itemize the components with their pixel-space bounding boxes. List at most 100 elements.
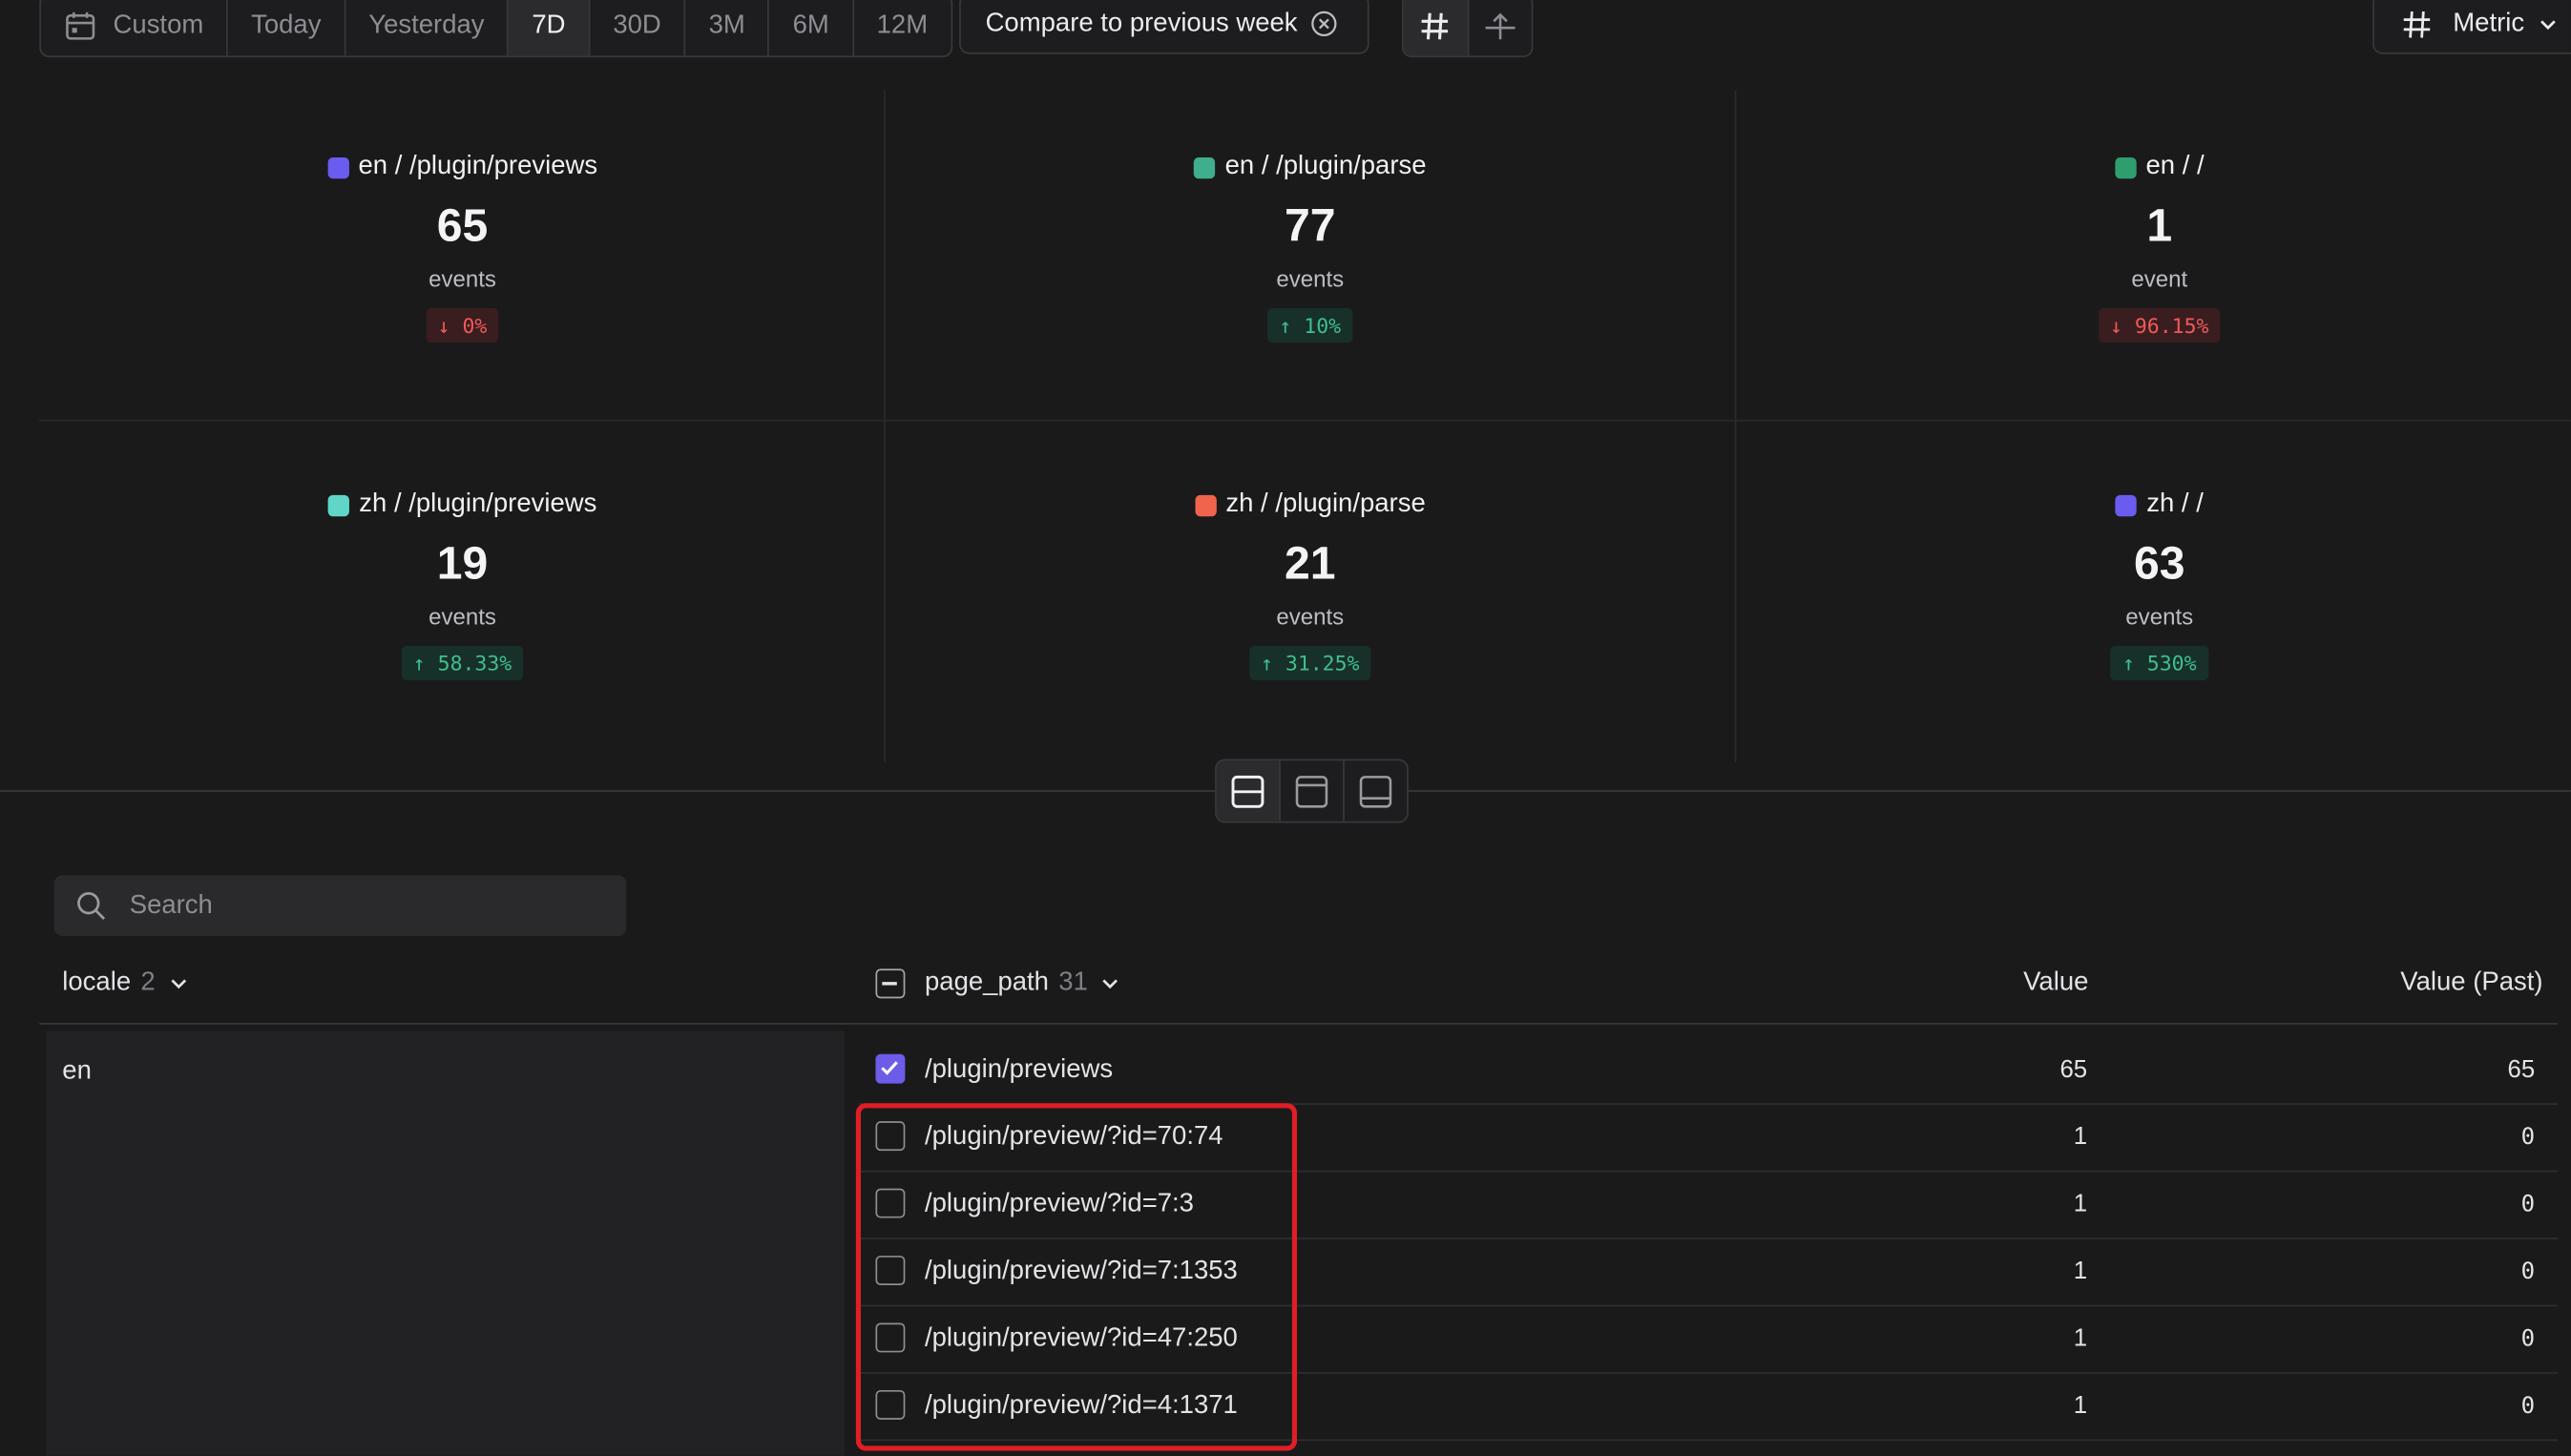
stat-value: 63	[2133, 537, 2185, 589]
row-value: 1	[2073, 1122, 2088, 1152]
stat-label-text: en / /	[2145, 152, 2205, 180]
stat-unit: events	[1276, 603, 1345, 630]
stat-unit: events	[1276, 265, 1345, 292]
stat-card: zh / /plugin/previews 19 events ↑ 58.33%	[39, 489, 886, 681]
stat-delta: ↑ 31.25%	[1249, 645, 1371, 681]
row-past-value: 0	[2520, 1258, 2536, 1285]
top-layout-icon	[1295, 775, 1328, 807]
range-yesterday-button[interactable]: Yesterday	[345, 0, 510, 56]
calendar-icon	[66, 11, 95, 39]
table-row[interactable]: /plugin/previews 65 65	[859, 1038, 2559, 1105]
stat-label: zh / /plugin/previews	[39, 489, 886, 521]
chevron-down-icon	[170, 979, 186, 989]
compare-button[interactable]: Compare to previous week	[959, 0, 1369, 54]
stat-label-text: zh / /plugin/previews	[359, 489, 597, 518]
stat-card: en / /plugin/parse 77 events ↑ 10%	[887, 151, 1733, 343]
search-box[interactable]	[53, 875, 627, 937]
range-30d-button[interactable]: 30D	[590, 0, 686, 56]
locale-cell[interactable]: en	[46, 1030, 845, 1456]
range-3m-button[interactable]: 3M	[686, 0, 770, 56]
display-mode-group	[1401, 0, 1534, 58]
compare-label: Compare to previous week	[985, 9, 1298, 37]
row-path: /plugin/preview/?id=47:250	[925, 1324, 1238, 1353]
stat-label: en / /	[1736, 151, 2571, 183]
series-swatch	[326, 156, 349, 178]
stat-label-text: en / /plugin/previews	[358, 152, 598, 180]
range-12m-button[interactable]: 12M	[854, 0, 951, 55]
value-past-column-header[interactable]: Value (Past)	[2400, 968, 2542, 998]
series-swatch	[1193, 156, 1216, 178]
row-checkbox[interactable]	[875, 1188, 906, 1218]
series-swatch	[2114, 156, 2137, 178]
stat-label: en / /plugin/parse	[887, 151, 1733, 183]
stat-label: en / /plugin/previews	[39, 151, 886, 183]
table-row[interactable]: /plugin/preview/?id=70:74 1 0	[859, 1105, 2559, 1173]
row-past-value: 0	[2520, 1325, 2536, 1353]
hash-icon	[2403, 10, 2431, 37]
select-all-checkbox[interactable]	[875, 968, 906, 999]
stat-label: zh / /	[1736, 489, 2571, 521]
trend-view-button[interactable]	[1469, 0, 1532, 55]
stat-label-text: zh / /plugin/parse	[1225, 489, 1426, 518]
app-root: Custom Today Yesterday 7D 30D 3M 6M 12M …	[0, 0, 2571, 1456]
stat-label: zh / /plugin/parse	[887, 489, 1733, 521]
hash-icon	[1422, 11, 1449, 39]
locale-column-header[interactable]: locale 2	[62, 968, 188, 998]
stat-delta: ↓ 96.15%	[2098, 308, 2221, 343]
range-7d-button[interactable]: 7D	[509, 0, 591, 56]
range-today-button[interactable]: Today	[228, 0, 346, 56]
page-path-count: 31	[1058, 968, 1088, 997]
row-path: /plugin/previews	[925, 1055, 1114, 1084]
page-path-header-label: page_path	[925, 968, 1049, 997]
stat-delta: ↑ 10%	[1267, 308, 1353, 343]
stat-unit: events	[428, 265, 496, 292]
stat-delta: ↑ 530%	[2110, 645, 2208, 681]
stat-value: 77	[1284, 199, 1336, 251]
row-path: /plugin/preview/?id=70:74	[925, 1122, 1223, 1152]
metric-dropdown[interactable]: Metric	[2372, 0, 2571, 54]
row-checkbox[interactable]	[875, 1322, 906, 1353]
row-checkbox[interactable]	[875, 1389, 906, 1420]
arrow-up-line-icon	[1485, 11, 1515, 39]
layout-top-button[interactable]	[1281, 760, 1345, 822]
layout-bottom-button[interactable]	[1345, 760, 1407, 822]
search-icon	[77, 891, 106, 920]
row-value: 65	[2059, 1055, 2088, 1084]
stat-unit: event	[2131, 265, 2188, 292]
minus-icon	[882, 982, 897, 985]
stat-value: 1	[2146, 199, 2173, 251]
metric-label: Metric	[2453, 9, 2525, 37]
row-value: 1	[2073, 1324, 2088, 1353]
row-path: /plugin/preview/?id=4:1371	[925, 1391, 1238, 1420]
row-checkbox[interactable]	[875, 1121, 906, 1152]
split-layout-icon	[1231, 775, 1265, 807]
stat-delta: ↓ 0%	[426, 308, 499, 343]
bottom-layout-icon	[1359, 775, 1392, 807]
row-checkbox[interactable]	[875, 1053, 906, 1084]
chevron-down-icon	[1103, 979, 1118, 989]
locale-count: 2	[140, 968, 156, 997]
table-row[interactable]: /plugin/preview/?id=4:1371 1 0	[859, 1374, 2559, 1442]
layout-split-button[interactable]	[1216, 760, 1281, 822]
table-row[interactable]: /plugin/preview/?id=7:3 1 0	[859, 1172, 2559, 1239]
locale-header-label: locale	[62, 968, 132, 997]
value-column-header[interactable]: Value	[2023, 968, 2088, 998]
row-past-value: 0	[2520, 1393, 2536, 1420]
close-circle-icon[interactable]	[1310, 10, 1338, 37]
table-row[interactable]: /plugin/preview/?id=47:250 1 0	[859, 1306, 2559, 1374]
row-past-value: 65	[2507, 1055, 2536, 1084]
series-swatch	[327, 494, 349, 516]
page-path-column-header[interactable]: page_path 31	[875, 968, 1120, 999]
table-row[interactable]: /plugin/preview/?id=7:1353 1 0	[859, 1239, 2559, 1307]
stat-value: 21	[1284, 537, 1336, 589]
search-input[interactable]	[126, 889, 593, 923]
row-checkbox[interactable]	[875, 1256, 906, 1285]
number-view-button[interactable]	[1403, 0, 1469, 56]
stat-label-text: en / /plugin/parse	[1224, 152, 1427, 180]
row-past-value: 0	[2520, 1192, 2536, 1218]
date-range-group: Custom Today Yesterday 7D 30D 3M 6M 12M	[39, 0, 952, 58]
range-custom-button[interactable]: Custom	[41, 0, 229, 56]
row-path: /plugin/preview/?id=7:1353	[925, 1257, 1238, 1285]
header-divider	[39, 1023, 2559, 1025]
range-6m-button[interactable]: 6M	[770, 0, 854, 56]
